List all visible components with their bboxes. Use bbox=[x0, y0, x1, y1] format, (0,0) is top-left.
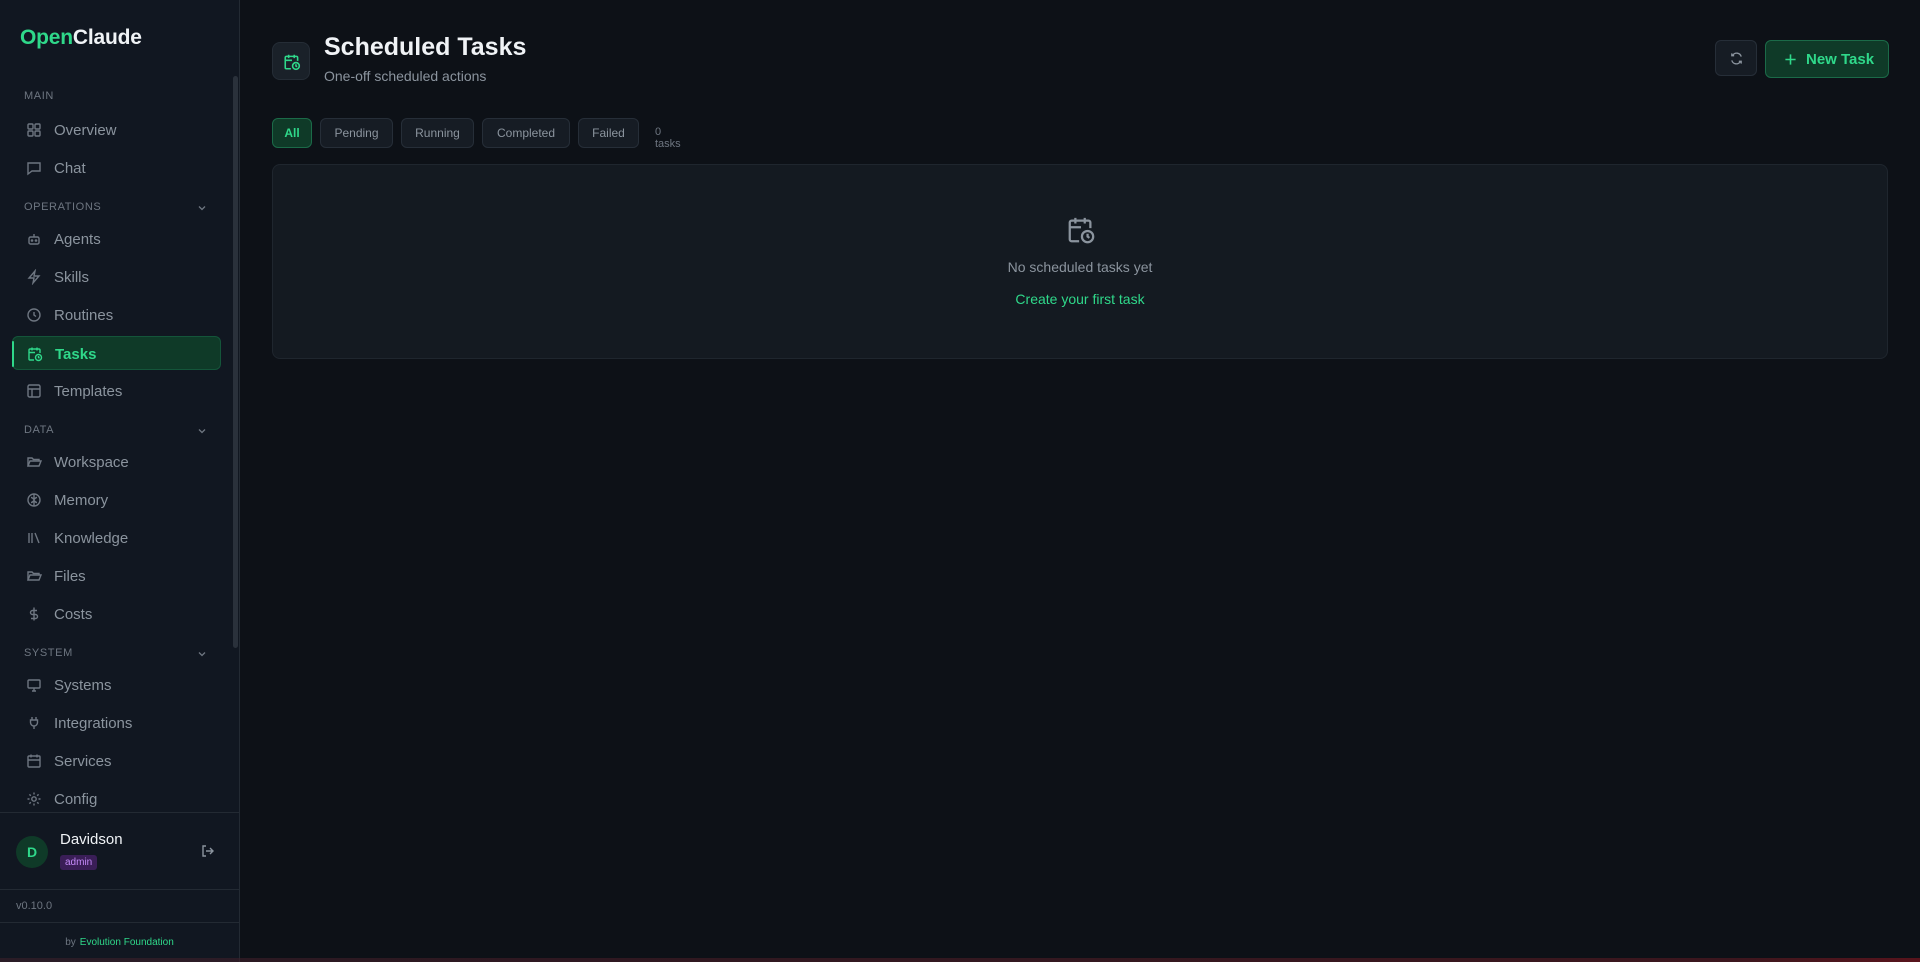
window-bottom-edge bbox=[0, 958, 1920, 962]
sidebar-item-templates[interactable]: Templates bbox=[12, 374, 221, 408]
sidebar-item-label: Integrations bbox=[54, 715, 133, 732]
calendar-icon bbox=[27, 754, 41, 768]
sidebar-item-workspace[interactable]: Workspace bbox=[12, 445, 221, 479]
byline: by Evolution Foundation bbox=[0, 937, 239, 948]
grid-icon bbox=[27, 123, 41, 137]
create-first-task-link: Create your first task bbox=[273, 291, 1887, 307]
sidebar-item-config[interactable]: Config bbox=[12, 782, 221, 816]
calendar-clock-icon bbox=[284, 54, 301, 71]
sidebar-item-tasks[interactable]: Tasks bbox=[12, 336, 221, 370]
chat-icon bbox=[27, 162, 41, 176]
page-title: Scheduled Tasks bbox=[324, 33, 527, 61]
sidebar-item-label: Knowledge bbox=[54, 530, 129, 547]
app-version: v0.10.0 bbox=[16, 900, 53, 912]
refresh-icon bbox=[1731, 52, 1742, 65]
bolt-icon bbox=[27, 269, 41, 285]
sidebar: OpenClaude MAIN Overview Chat OPERATIONS… bbox=[0, 0, 240, 962]
sidebar-item-routines[interactable]: Routines bbox=[12, 298, 221, 332]
sidebar-item-systems[interactable]: Systems bbox=[12, 668, 221, 702]
dollar-icon bbox=[29, 607, 39, 621]
role-badge: admin bbox=[60, 855, 98, 870]
plug-icon bbox=[29, 717, 39, 729]
sidebar-item-skills[interactable]: Skills bbox=[12, 260, 221, 294]
brand-logo[interactable]: OpenClaude bbox=[20, 26, 142, 50]
sidebar-item-label: Files bbox=[54, 568, 86, 585]
page-subtitle: One-off scheduled actions bbox=[324, 68, 487, 84]
filter-pending[interactable]: Pending bbox=[320, 118, 393, 148]
sidebar-item-label: Templates bbox=[54, 383, 123, 400]
chevron-down-icon[interactable] bbox=[196, 648, 208, 660]
sidebar-item-files[interactable]: Files bbox=[12, 559, 221, 593]
new-task-label: New Task bbox=[1806, 51, 1875, 68]
main-content: Scheduled Tasks One-off scheduled action… bbox=[240, 0, 1920, 962]
empty-state-panel: No scheduled tasks yet Create your first… bbox=[272, 164, 1888, 359]
create-first-task-link-text[interactable]: Create your first task bbox=[1015, 291, 1144, 307]
sidebar-item-memory[interactable]: Memory bbox=[12, 483, 221, 517]
library-icon bbox=[28, 532, 40, 544]
logout-icon[interactable] bbox=[200, 843, 216, 859]
sidebar-item-knowledge[interactable]: Knowledge bbox=[12, 521, 221, 555]
calendar-clock-icon bbox=[28, 347, 43, 362]
section-label-system: SYSTEM bbox=[24, 647, 73, 659]
folder-icon bbox=[26, 571, 42, 581]
sidebar-item-integrations[interactable]: Integrations bbox=[12, 706, 221, 740]
calendar-clock-icon bbox=[1068, 217, 1095, 244]
filter-all[interactable]: All bbox=[272, 118, 312, 148]
plus-icon bbox=[1785, 54, 1796, 65]
chevron-down-icon[interactable] bbox=[196, 202, 208, 214]
app-root: OpenClaude MAIN Overview Chat OPERATIONS… bbox=[0, 0, 1920, 962]
refresh-button[interactable] bbox=[1715, 40, 1757, 76]
filter-completed[interactable]: Completed bbox=[482, 118, 570, 148]
sidebar-item-label: Workspace bbox=[54, 454, 129, 471]
folder-open-icon bbox=[26, 457, 42, 467]
empty-state-message: No scheduled tasks yet bbox=[1007, 259, 1153, 275]
sidebar-item-label: Memory bbox=[54, 492, 109, 509]
monitor-icon bbox=[27, 679, 41, 692]
section-label-data: DATA bbox=[24, 424, 55, 436]
sidebar-item-label: Config bbox=[54, 791, 98, 808]
filter-running[interactable]: Running bbox=[401, 118, 474, 148]
brand-part-claude: Claude bbox=[72, 26, 142, 49]
chevron-down-icon[interactable] bbox=[196, 425, 208, 437]
clock-icon bbox=[27, 308, 41, 322]
sidebar-item-label: Routines bbox=[54, 307, 114, 324]
filter-failed[interactable]: Failed bbox=[578, 118, 639, 148]
bot-icon bbox=[28, 234, 40, 245]
new-task-button[interactable]: New Task bbox=[1765, 40, 1889, 78]
sidebar-item-label: Tasks bbox=[55, 346, 97, 363]
gear-icon bbox=[27, 792, 41, 806]
brand-part-open: Open bbox=[20, 26, 73, 49]
user-name: Davidson bbox=[60, 831, 123, 848]
section-label-main: MAIN bbox=[24, 90, 54, 102]
sidebar-item-label: Skills bbox=[54, 269, 90, 286]
section-label-operations: OPERATIONS bbox=[24, 201, 102, 213]
avatar[interactable]: D bbox=[16, 836, 48, 868]
footer-divider bbox=[0, 922, 239, 923]
sidebar-item-label: Systems bbox=[54, 677, 112, 694]
brain-icon bbox=[27, 493, 41, 507]
page-icon bbox=[272, 42, 310, 80]
byline-prefix: by bbox=[65, 937, 76, 948]
sidebar-item-label: Chat bbox=[54, 160, 86, 177]
org-link[interactable]: Evolution Foundation bbox=[80, 937, 174, 948]
sidebar-item-label: Costs bbox=[54, 606, 93, 623]
user-panel: D Davidson admin bbox=[0, 812, 239, 890]
task-count: 0 tasks bbox=[655, 126, 681, 150]
sidebar-item-chat[interactable]: Chat bbox=[12, 151, 221, 185]
sidebar-item-costs[interactable]: Costs bbox=[12, 597, 221, 631]
sidebar-item-label: Agents bbox=[54, 231, 101, 248]
sidebar-item-overview[interactable]: Overview bbox=[12, 113, 221, 147]
sidebar-item-label: Overview bbox=[54, 122, 117, 139]
sidebar-item-services[interactable]: Services bbox=[12, 744, 221, 778]
sidebar-scrollbar[interactable] bbox=[233, 76, 238, 648]
sidebar-item-agents[interactable]: Agents bbox=[12, 222, 221, 256]
sidebar-item-label: Services bbox=[54, 753, 112, 770]
layout-icon bbox=[27, 384, 41, 398]
